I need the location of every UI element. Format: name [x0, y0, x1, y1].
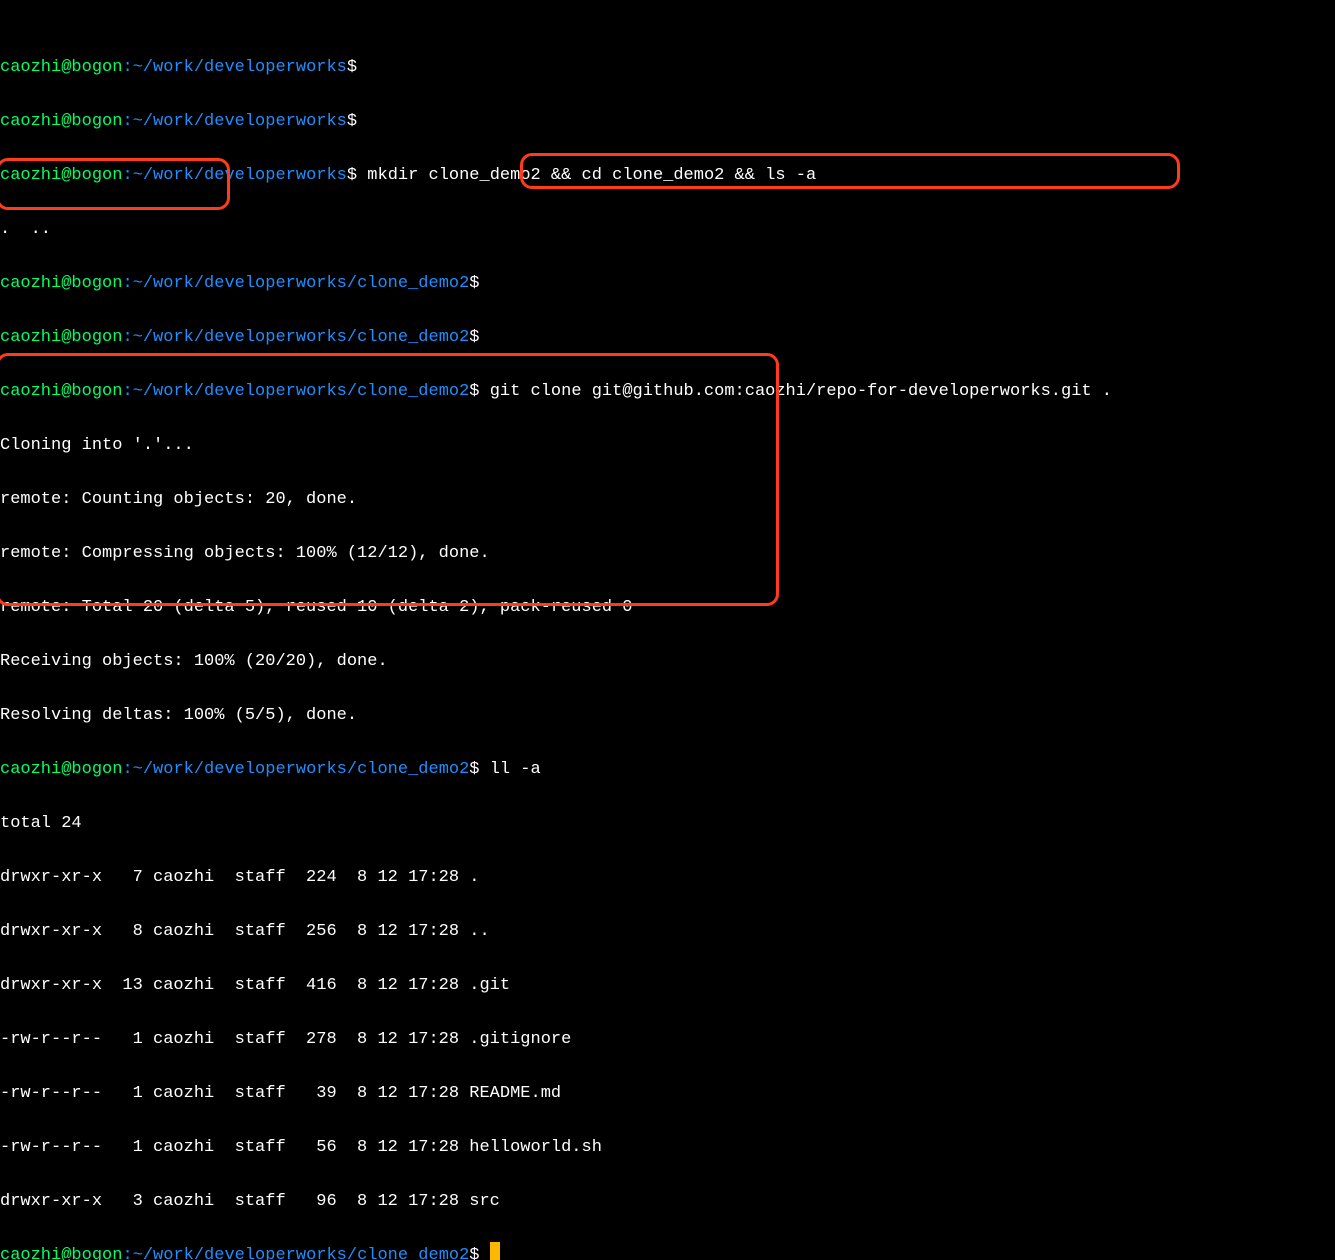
command-text: ll -a: [480, 760, 541, 779]
prompt-sigil: $: [469, 274, 479, 293]
prompt-user: caozhi: [0, 1246, 61, 1260]
prompt-user: caozhi: [0, 112, 61, 131]
prompt-sigil: $: [469, 382, 479, 401]
output-line: remote: Total 20 (delta 5), reused 10 (d…: [0, 594, 1335, 621]
prompt-host: bogon: [71, 274, 122, 293]
prompt-user: caozhi: [0, 760, 61, 779]
output-line: . ..: [0, 216, 1335, 243]
output-line: -rw-r--r-- 1 caozhi staff 39 8 12 17:28 …: [0, 1080, 1335, 1107]
prompt-path: ~/work/developerworks/clone_demo2: [133, 1246, 470, 1260]
prompt-user: caozhi: [0, 274, 61, 293]
prompt-line-active[interactable]: caozhi@bogon:~/work/developerworks/clone…: [0, 1242, 1335, 1260]
command-text: [480, 328, 490, 347]
prompt-path: ~/work/developerworks: [133, 112, 347, 131]
prompt-line: caozhi@bogon:~/work/developerworks$: [0, 54, 1335, 81]
output-line: Resolving deltas: 100% (5/5), done.: [0, 702, 1335, 729]
output-line: remote: Compressing objects: 100% (12/12…: [0, 540, 1335, 567]
prompt-line: caozhi@bogon:~/work/developerworks/clone…: [0, 378, 1335, 405]
output-line: drwxr-xr-x 13 caozhi staff 416 8 12 17:2…: [0, 972, 1335, 999]
prompt-user: caozhi: [0, 166, 61, 185]
output-line: drwxr-xr-x 8 caozhi staff 256 8 12 17:28…: [0, 918, 1335, 945]
command-text: [480, 274, 490, 293]
prompt-line: caozhi@bogon:~/work/developerworks$ mkdi…: [0, 162, 1335, 189]
command-text: git clone git@github.com:caozhi/repo-for…: [480, 382, 1113, 401]
prompt-user: caozhi: [0, 328, 61, 347]
output-line: drwxr-xr-x 7 caozhi staff 224 8 12 17:28…: [0, 864, 1335, 891]
command-text: mkdir clone_demo2 && cd clone_demo2 && l…: [357, 166, 816, 185]
prompt-host: bogon: [71, 328, 122, 347]
output-line: remote: Counting objects: 20, done.: [0, 486, 1335, 513]
prompt-path: ~/work/developerworks/clone_demo2: [133, 382, 470, 401]
prompt-host: bogon: [71, 760, 122, 779]
prompt-path: ~/work/developerworks/clone_demo2: [133, 274, 470, 293]
prompt-user: caozhi: [0, 382, 61, 401]
prompt-sigil: $: [347, 112, 357, 131]
command-text: [357, 58, 367, 77]
prompt-host: bogon: [71, 58, 122, 77]
terminal[interactable]: caozhi@bogon:~/work/developerworks$ caoz…: [0, 0, 1335, 1260]
prompt-host: bogon: [71, 112, 122, 131]
output-line: -rw-r--r-- 1 caozhi staff 278 8 12 17:28…: [0, 1026, 1335, 1053]
prompt-sigil: $: [469, 1246, 479, 1260]
prompt-sigil: $: [469, 328, 479, 347]
prompt-host: bogon: [71, 1246, 122, 1260]
prompt-sigil: $: [347, 166, 357, 185]
prompt-line: caozhi@bogon:~/work/developerworks$: [0, 108, 1335, 135]
prompt-host: bogon: [71, 382, 122, 401]
prompt-path: ~/work/developerworks: [133, 166, 347, 185]
prompt-line: caozhi@bogon:~/work/developerworks/clone…: [0, 324, 1335, 351]
prompt-line: caozhi@bogon:~/work/developerworks/clone…: [0, 270, 1335, 297]
cursor-icon: [490, 1242, 500, 1260]
prompt-user: caozhi: [0, 58, 61, 77]
prompt-host: bogon: [71, 166, 122, 185]
output-line: drwxr-xr-x 3 caozhi staff 96 8 12 17:28 …: [0, 1188, 1335, 1215]
prompt-path: ~/work/developerworks: [133, 58, 347, 77]
output-line: Receiving objects: 100% (20/20), done.: [0, 648, 1335, 675]
output-line: -rw-r--r-- 1 caozhi staff 56 8 12 17:28 …: [0, 1134, 1335, 1161]
prompt-path: ~/work/developerworks/clone_demo2: [133, 760, 470, 779]
prompt-sigil: $: [347, 58, 357, 77]
prompt-sigil: $: [469, 760, 479, 779]
prompt-path: ~/work/developerworks/clone_demo2: [133, 328, 470, 347]
output-line: total 24: [0, 810, 1335, 837]
command-text: [357, 112, 367, 131]
prompt-line: caozhi@bogon:~/work/developerworks/clone…: [0, 756, 1335, 783]
output-line: Cloning into '.'...: [0, 432, 1335, 459]
prompt-at: @: [61, 58, 71, 77]
